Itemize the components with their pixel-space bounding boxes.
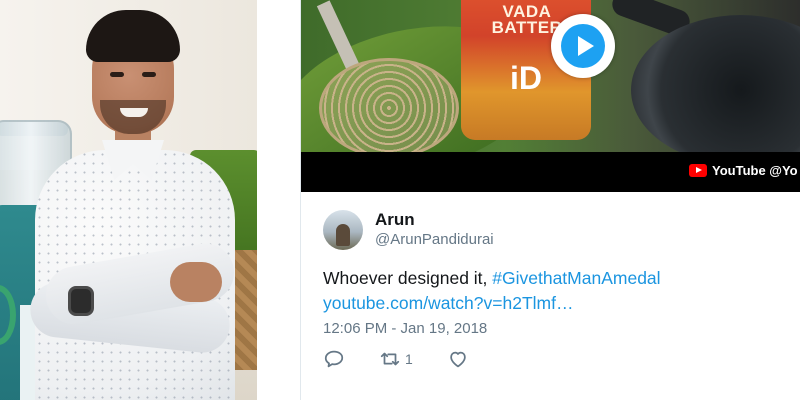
hand: [170, 262, 222, 302]
tweet-author[interactable]: Arun @ArunPandidurai: [323, 210, 494, 250]
video-preview[interactable]: VADA BATTER iD YouTube @Yo: [301, 0, 800, 192]
tweet-text-prefix: Whoever designed it,: [323, 268, 493, 288]
hashtag-link[interactable]: #GivethatManAmedal: [492, 268, 660, 288]
youtube-icon: [689, 163, 707, 177]
reply-button[interactable]: [323, 348, 345, 370]
like-button[interactable]: [447, 348, 469, 370]
play-icon: [561, 24, 605, 68]
avatar-figure: [336, 224, 350, 246]
user-handle[interactable]: @ArunPandidurai: [375, 230, 494, 250]
person-figure: [20, 0, 255, 400]
embedded-tweet: VADA BATTER iD YouTube @Yo Arun @ArunPan…: [300, 0, 800, 400]
hair: [86, 10, 180, 62]
author-names: Arun @ArunPandidurai: [375, 210, 494, 250]
right-eye: [142, 72, 156, 77]
like-icon: [450, 351, 466, 368]
youtube-link[interactable]: youtube.com/watch?v=h2Tlmf…: [323, 291, 573, 315]
strainer: [319, 58, 459, 158]
retweet-count: 1: [405, 351, 413, 367]
youtube-source-badge[interactable]: YouTube @Yo: [689, 160, 798, 180]
tweet-text: Whoever designed it, #GivethatManAmedal: [323, 266, 661, 290]
play-button[interactable]: [551, 14, 615, 78]
promo-photo: [0, 0, 257, 400]
packet-logo: iD: [510, 60, 542, 96]
left-eye: [110, 72, 124, 77]
tweet-timestamp[interactable]: 12:06 PM - Jan 19, 2018: [323, 320, 487, 337]
wristwatch: [68, 286, 94, 316]
youtube-source-label: YouTube @Yo: [712, 162, 798, 178]
display-name[interactable]: Arun: [375, 210, 494, 230]
retweet-icon: [380, 352, 400, 366]
avatar[interactable]: [323, 210, 363, 250]
package-ring: [0, 285, 16, 345]
retweet-button[interactable]: 1: [379, 348, 413, 370]
tweet-actions: 1: [323, 348, 503, 370]
reply-icon: [324, 350, 344, 368]
